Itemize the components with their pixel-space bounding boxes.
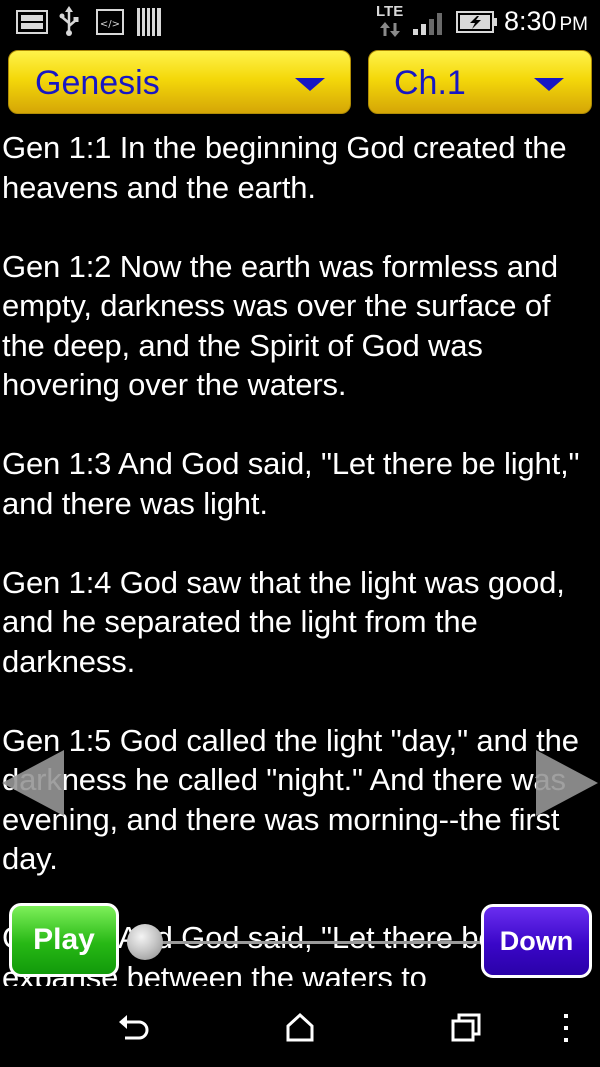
status-bar: </> LTE 8:30 PM [0, 0, 600, 42]
clock: 8:30 PM [504, 6, 588, 37]
navigation-bar [0, 992, 600, 1067]
code-icon: </> [96, 9, 124, 35]
progress-slider-track[interactable] [128, 941, 480, 944]
verse: Gen 1:1 In the beginning God created the… [2, 130, 567, 205]
chevron-down-icon [295, 78, 325, 91]
book-selector-label: Genesis [35, 64, 160, 102]
chevron-down-icon [534, 78, 564, 91]
chapter-selector[interactable]: Ch.1 [368, 50, 592, 114]
home-icon[interactable] [285, 1012, 315, 1042]
verse: Gen 1:3 And God said, "Let there be ligh… [2, 446, 580, 521]
verse: Gen 1:5 God called the light "day," and … [2, 722, 579, 877]
menu-icon[interactable] [561, 1012, 571, 1044]
chapter-selector-label: Ch.1 [394, 64, 466, 102]
usb-icon [59, 6, 79, 36]
lte-icon: LTE [376, 3, 406, 39]
verse-text-area[interactable]: Gen 1:1 In the beginning God created the… [0, 128, 600, 986]
clock-ampm: PM [559, 14, 589, 35]
recents-icon[interactable] [450, 1012, 482, 1042]
battery-icon [456, 11, 497, 33]
verse: Gen 1:4 God saw that the light was good,… [2, 564, 565, 679]
barcode-icon [137, 8, 161, 36]
signal-icon [413, 13, 442, 35]
progress-slider-thumb[interactable] [127, 924, 163, 960]
next-page-icon[interactable] [536, 750, 598, 816]
svg-text:</>: </> [100, 19, 120, 30]
verse: Gen 1:2 Now the earth was formless and e… [2, 248, 559, 403]
image-icon [16, 10, 48, 34]
network-type: LTE [376, 3, 404, 20]
play-button[interactable]: Play [9, 903, 119, 977]
previous-page-icon[interactable] [2, 750, 64, 816]
back-icon[interactable] [117, 1012, 151, 1042]
down-button[interactable]: Down [481, 904, 592, 978]
book-selector[interactable]: Genesis [8, 50, 351, 114]
clock-time: 8:30 [503, 6, 557, 36]
